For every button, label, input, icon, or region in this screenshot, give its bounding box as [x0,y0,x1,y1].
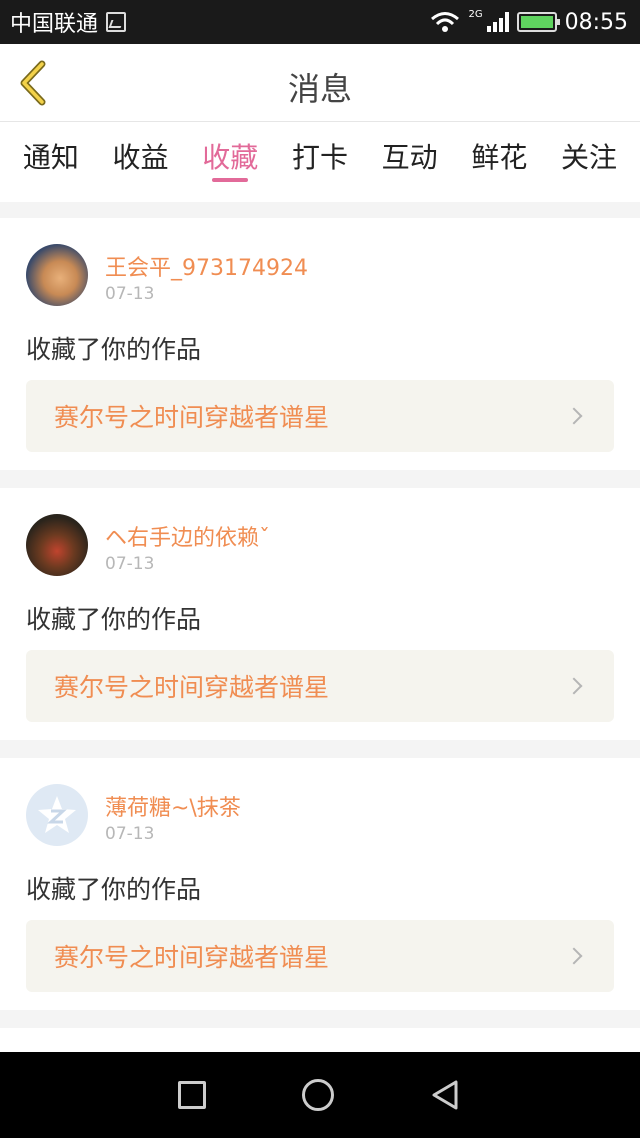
message-card: ヘ右手边的依赖ˇ 07-13 收藏了你的作品 赛尔号之时间穿越者谱星 [0,488,640,740]
tab-bar: 通知 收益 收藏 打卡 互动 鲜花 关注 [0,122,640,202]
tab-following[interactable]: 关注 [545,122,633,202]
work-title: 赛尔号之时间穿越者谱星 [54,943,330,972]
status-right: 2G 08:55 [430,8,628,35]
message-date: 07-13 [105,554,155,574]
username[interactable]: 王会平_973174924 [105,250,308,282]
clock: 08:55 [564,9,628,35]
tab-favorites[interactable]: 收藏 [186,122,274,202]
page-title: 消息 [287,70,352,108]
back-triangle-icon[interactable] [430,1079,462,1111]
work-link[interactable]: 赛尔号之时间穿越者谱星 [26,920,614,992]
status-left: 中国联通 [10,6,127,38]
qq-star-icon [38,796,76,833]
recent-apps-button[interactable] [178,1081,206,1109]
tab-notifications[interactable]: 通知 [7,122,95,202]
battery-icon [516,12,560,32]
home-button[interactable] [302,1079,334,1111]
status-bar: 中国联通 2G 08:55 [0,0,640,44]
tab-interactions[interactable]: 互动 [366,122,454,202]
username[interactable]: ヘ右手边的依赖ˇ [105,520,270,552]
signal-icon [486,12,509,32]
chevron-right-icon [565,677,583,695]
tab-flowers[interactable]: 鲜花 [455,122,543,202]
work-title: 赛尔号之时间穿越者谱星 [54,673,330,702]
header: 消息 [0,44,640,122]
chevron-right-icon [565,947,583,965]
message-date: 07-13 [105,284,155,304]
system-nav-bar [0,1052,640,1138]
avatar[interactable] [26,514,88,576]
network-type: 2G [468,8,483,20]
tab-earnings[interactable]: 收益 [97,122,185,202]
username[interactable]: 薄荷糖~\抹茶 [105,790,241,822]
message-card: 薄荷糖~\抹茶 07-13 收藏了你的作品 赛尔号之时间穿越者谱星 [0,758,640,1010]
image-notification-icon [106,12,127,32]
message-list: 王会平_973174924 07-13 收藏了你的作品 赛尔号之时间穿越者谱星 … [0,218,640,1086]
tab-checkin[interactable]: 打卡 [276,122,364,202]
action-text: 收藏了你的作品 [26,335,202,364]
message-date: 07-13 [105,824,155,844]
carrier-name: 中国联通 [10,12,99,37]
action-text: 收藏了你的作品 [26,875,202,904]
chevron-right-icon [565,407,583,425]
work-link[interactable]: 赛尔号之时间穿越者谱星 [26,380,614,452]
action-text: 收藏了你的作品 [26,605,202,634]
message-card: 王会平_973174924 07-13 收藏了你的作品 赛尔号之时间穿越者谱星 [0,218,640,470]
wifi-icon [431,12,460,32]
work-link[interactable]: 赛尔号之时间穿越者谱星 [26,650,614,722]
avatar[interactable] [26,244,88,306]
avatar[interactable] [26,784,88,846]
work-title: 赛尔号之时间穿越者谱星 [54,403,330,432]
